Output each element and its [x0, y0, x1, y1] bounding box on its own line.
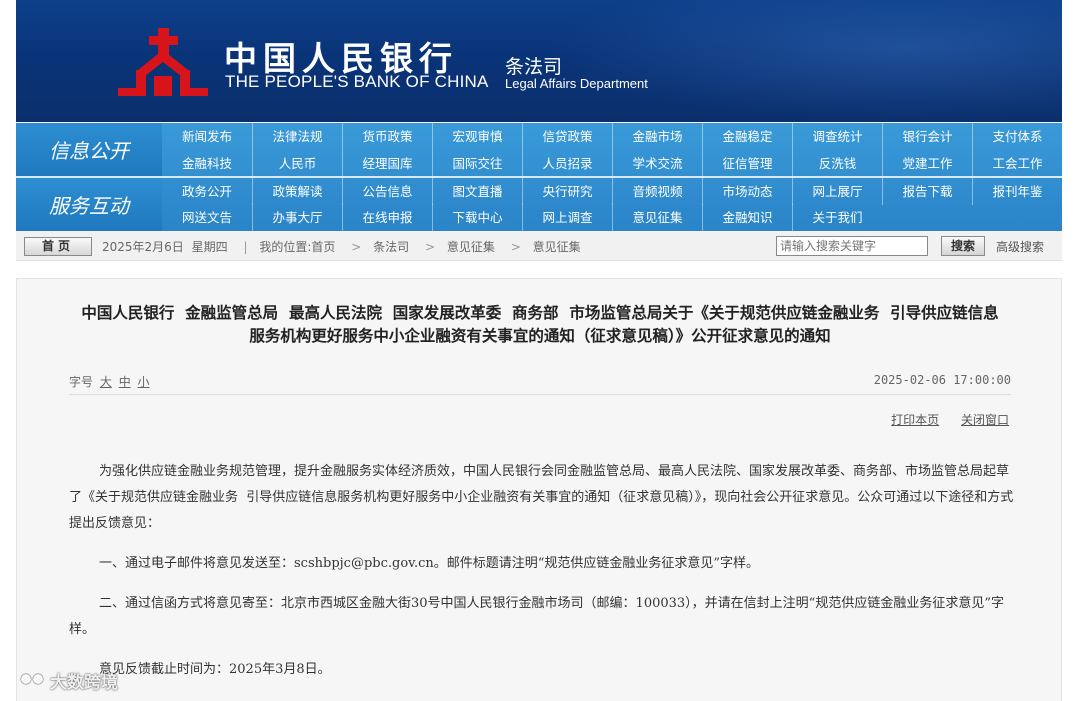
nav-item-union[interactable]: 工会工作	[972, 150, 1062, 177]
nav-section-service: 服务互动	[16, 178, 162, 231]
nav-item-policy-interpretation[interactable]: 政策解读	[252, 178, 342, 205]
publish-date: 2025-02-06 17:00:00	[873, 373, 1011, 387]
watermark: 大数跨境	[8, 668, 118, 693]
department-name-en: Legal Affairs Department	[505, 76, 648, 91]
watermark-logo-icon	[9, 672, 44, 689]
site-banner: 中国人民银行 THE PEOPLE'S BANK OF CHINA 条法司 Le…	[16, 0, 1062, 122]
nav-item-payment[interactable]: 支付体系	[972, 123, 1062, 150]
nav-item-comments[interactable]: 意见征集	[612, 204, 702, 231]
nav-item-online-filing[interactable]: 在线申报	[342, 204, 432, 231]
breadcrumb-location[interactable]: 我的位置:首页	[259, 240, 335, 254]
nav-item-notices[interactable]: 网送文告	[162, 204, 252, 231]
nav-item-statistics[interactable]: 调查统计	[792, 123, 882, 150]
nav-item-yearbooks[interactable]: 报刊年鉴	[972, 178, 1062, 205]
nav-item-international[interactable]: 国际交往	[432, 150, 522, 177]
nav-item-announcements[interactable]: 公告信息	[342, 178, 432, 205]
department-name-cn: 条法司	[505, 56, 563, 78]
nav-section-info-public: 信息公开	[16, 123, 162, 176]
font-size-large-link[interactable]: 大	[100, 375, 112, 389]
breadcrumb-item-comments[interactable]: 意见征集	[447, 240, 495, 254]
nav-item-monetary-policy[interactable]: 货币政策	[342, 123, 432, 150]
nav-item-accounting[interactable]: 银行会计	[882, 123, 972, 150]
paragraph-intro: 为强化供应链金融业务规范管理，提升金融服务实体经济质效，中国人民银行会同金融监管…	[69, 464, 1014, 531]
nav-item-rmb[interactable]: 人民币	[252, 150, 342, 177]
nav-item-macroprudential[interactable]: 宏观审慎	[432, 123, 522, 150]
search-button[interactable]: 搜索	[941, 236, 985, 256]
nav-item-recruitment[interactable]: 人员招录	[522, 150, 612, 177]
current-weekday: 星期四	[191, 240, 228, 254]
chevron-right-icon: >	[424, 240, 436, 254]
chevron-right-icon: >	[510, 240, 521, 254]
nav-item-credit-policy[interactable]: 信贷政策	[522, 123, 612, 150]
print-link[interactable]: 打印本页	[891, 413, 939, 427]
article-title-line-1: 中国人民银行 金融监管总局 最高人民法院 国家发展改革委 商务部 市场监管总局关…	[81, 303, 999, 322]
nav-item-gov-affairs[interactable]: 政务公开	[162, 178, 252, 205]
breadcrumb-bar: 首页 2025年2月6日 星期四 | 我的位置:首页 > 条法司 > 意见征集 …	[16, 231, 1062, 261]
font-size-medium-link[interactable]: 中	[119, 375, 131, 389]
paragraph-mail: 二、通过信函方式将意见寄至：北京市西城区金融大街30号中国人民银行金融市场司（邮…	[69, 596, 1004, 637]
nav-item-financial-markets[interactable]: 金融市场	[612, 123, 702, 150]
separator: |	[243, 240, 248, 254]
nav-item-treasury[interactable]: 经理国库	[342, 150, 432, 177]
bank-name-en: THE PEOPLE'S BANK OF CHINA	[225, 72, 489, 91]
nav-item-reports[interactable]: 报告下载	[882, 178, 972, 205]
font-size-switcher: 字号 大 中 小	[69, 373, 150, 390]
nav-item-aml[interactable]: 反洗钱	[792, 150, 882, 177]
article-tools: 打印本页 关闭窗口	[873, 411, 1009, 428]
font-size-label: 字号	[69, 375, 94, 389]
nav-item-financial-stability[interactable]: 金融稳定	[702, 123, 792, 150]
chevron-right-icon: >	[351, 240, 362, 254]
nav-item-laws[interactable]: 法律法规	[252, 123, 342, 150]
nav-item-media[interactable]: 音频视频	[612, 178, 702, 205]
paragraph-email: 一、通过电子邮件将意见发送至：scshbpjc@pbc.gov.cn。邮件标题请…	[99, 556, 760, 571]
article-meta: 字号 大 中 小 2025-02-06 17:00:00	[69, 367, 1011, 395]
nav-row-2: 金融科技 人民币 经理国库 国际交往 人员招录 学术交流 征信管理 反洗钱 党建…	[162, 150, 1062, 177]
nav-item-academic[interactable]: 学术交流	[612, 150, 702, 177]
nav-item-financial-knowledge[interactable]: 金融知识	[702, 204, 792, 231]
nav-item-credit-reference[interactable]: 征信管理	[702, 150, 792, 177]
nav-item-party[interactable]: 党建工作	[882, 150, 972, 177]
nav-item-online-survey[interactable]: 网上调查	[522, 204, 612, 231]
breadcrumb: 2025年2月6日 星期四 | 我的位置:首页 > 条法司 > 意见征集 > 意…	[102, 238, 585, 255]
pboc-emblem-icon[interactable]	[116, 26, 210, 100]
nav-item-service-hall[interactable]: 办事大厅	[252, 204, 342, 231]
close-window-link[interactable]: 关闭窗口	[961, 413, 1009, 427]
nav-row-3: 政务公开 政策解读 公告信息 图文直播 央行研究 音频视频 市场动态 网上展厅 …	[162, 178, 1062, 205]
article-body: 为强化供应链金融业务规范管理，提升金融服务实体经济质效，中国人民银行会同金融监管…	[69, 459, 1014, 697]
watermark-text: 大数跨境	[50, 673, 118, 693]
paragraph-deadline: 意见反馈截止时间为：2025年3月8日。	[99, 662, 331, 677]
article-panel: 中国人民银行 金融监管总局 最高人民法院 国家发展改革委 商务部 市场监管总局关…	[16, 278, 1062, 701]
nav-item-exhibition[interactable]: 网上展厅	[792, 178, 882, 205]
nav-item-news[interactable]: 新闻发布	[162, 123, 252, 150]
nav-item-market-news[interactable]: 市场动态	[702, 178, 792, 205]
article-title-line-2: 服务机构更好服务中小企业融资有关事宜的通知（征求意见稿）》公开征求意见的通知	[249, 326, 831, 345]
home-button[interactable]: 首页	[24, 237, 92, 256]
article-title: 中国人民银行 金融监管总局 最高人民法院 国家发展改革委 商务部 市场监管总局关…	[17, 301, 1063, 347]
nav-item-fintech[interactable]: 金融科技	[162, 150, 252, 177]
breadcrumb-item-dept[interactable]: 条法司	[373, 240, 409, 254]
breadcrumb-item-current[interactable]: 意见征集	[533, 240, 581, 254]
advanced-search-link[interactable]: 高级搜索	[996, 238, 1044, 255]
search-input[interactable]	[776, 236, 928, 256]
font-size-small-link[interactable]: 小	[138, 375, 150, 389]
nav-row-1: 新闻发布 法律法规 货币政策 宏观审慎 信贷政策 金融市场 金融稳定 调查统计 …	[162, 123, 1062, 150]
main-nav: 信息公开 服务互动 新闻发布 法律法规 货币政策 宏观审慎 信贷政策 金融市场 …	[16, 123, 1062, 231]
nav-row-4: 网送文告 办事大厅 在线申报 下载中心 网上调查 意见征集 金融知识 关于我们	[162, 204, 882, 231]
nav-item-research[interactable]: 央行研究	[522, 178, 612, 205]
nav-item-about[interactable]: 关于我们	[792, 204, 882, 231]
banner-glow	[542, 0, 1062, 122]
nav-item-downloads[interactable]: 下载中心	[432, 204, 522, 231]
current-date: 2025年2月6日	[102, 240, 184, 254]
nav-item-live[interactable]: 图文直播	[432, 178, 522, 205]
